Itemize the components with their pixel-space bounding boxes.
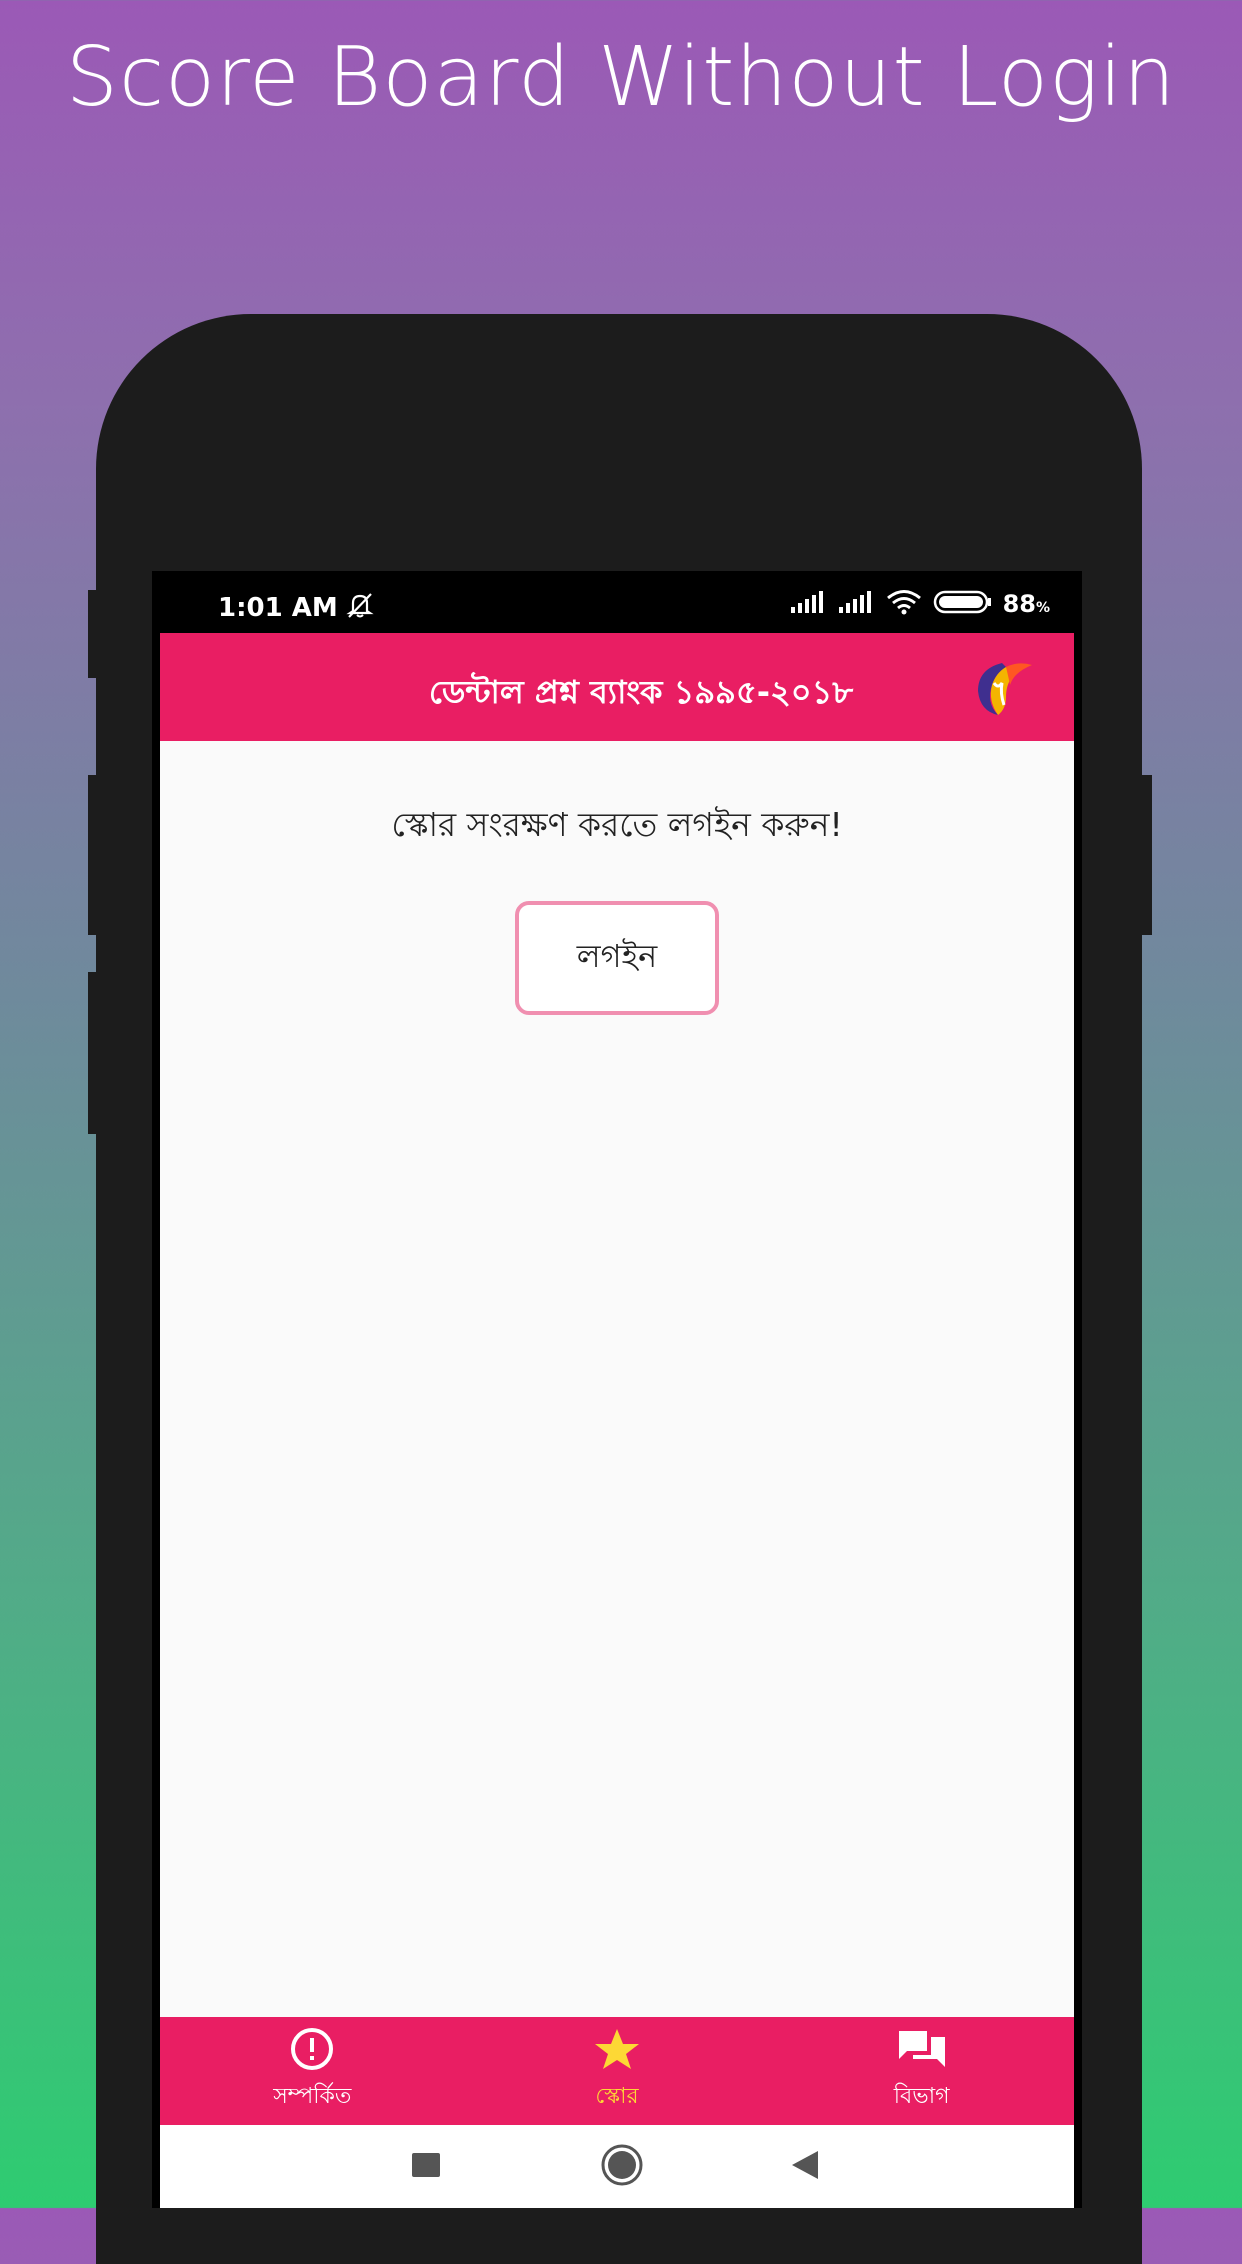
nav-item-about[interactable]: সম্পর্কিত [212, 2027, 412, 2116]
nav-label-score: স্কোর [595, 2083, 639, 2109]
star-icon [592, 2027, 642, 2075]
phone-screen: 1:01 AM 88% ডেন্টাল প্রশ্ন ব্যাংক ১৯৯৫-২… [152, 571, 1082, 2208]
phone-side-button [88, 972, 100, 1134]
back-triangle-icon[interactable] [790, 2149, 822, 2185]
phone-side-button [1140, 775, 1152, 935]
battery-percent: 88% [1003, 590, 1050, 618]
app-title: ডেন্টাল প্রশ্ন ব্যাংক ১৯৯৫-২০১৮ [428, 673, 854, 711]
info-circle-icon [287, 2027, 337, 2075]
status-time: 1:01 AM [218, 593, 338, 623]
login-prompt-text: স্কোর সংরক্ষণ করতে লগইন করুন! [391, 805, 843, 844]
login-button[interactable]: লগইন [515, 901, 719, 1015]
app-logo [972, 659, 1034, 721]
status-bar: 1:01 AM 88% [160, 571, 1074, 633]
promo-title: Score Board Without Login [65, 30, 1177, 125]
app-bar: ডেন্টাল প্রশ্ন ব্যাংক ১৯৯৫-২০১৮ [160, 633, 1074, 741]
nav-item-score[interactable]: স্কোর [517, 2027, 717, 2116]
chat-bubbles-icon [895, 2027, 949, 2075]
nav-label-about: সম্পর্কিত [273, 2083, 352, 2109]
signal-icon [837, 589, 875, 619]
system-nav-bar [160, 2125, 1074, 2208]
bottom-nav: সম্পর্কিত স্কোর বিভাগ [160, 2017, 1074, 2125]
bell-off-icon [345, 591, 375, 623]
nav-label-category: বিভাগ [893, 2083, 950, 2109]
phone-side-button [88, 775, 100, 935]
recents-square-icon[interactable] [410, 2149, 442, 2185]
wifi-icon [885, 589, 923, 619]
nav-item-category[interactable]: বিভাগ [822, 2027, 1022, 2116]
battery-percent-unit: % [1035, 600, 1050, 616]
battery-icon [933, 589, 993, 619]
home-circle-icon[interactable] [600, 2143, 644, 2191]
status-indicators: 88% [789, 589, 1050, 619]
battery-percent-value: 88 [1002, 590, 1036, 618]
phone-side-button [88, 590, 100, 678]
signal-icon [789, 589, 827, 619]
